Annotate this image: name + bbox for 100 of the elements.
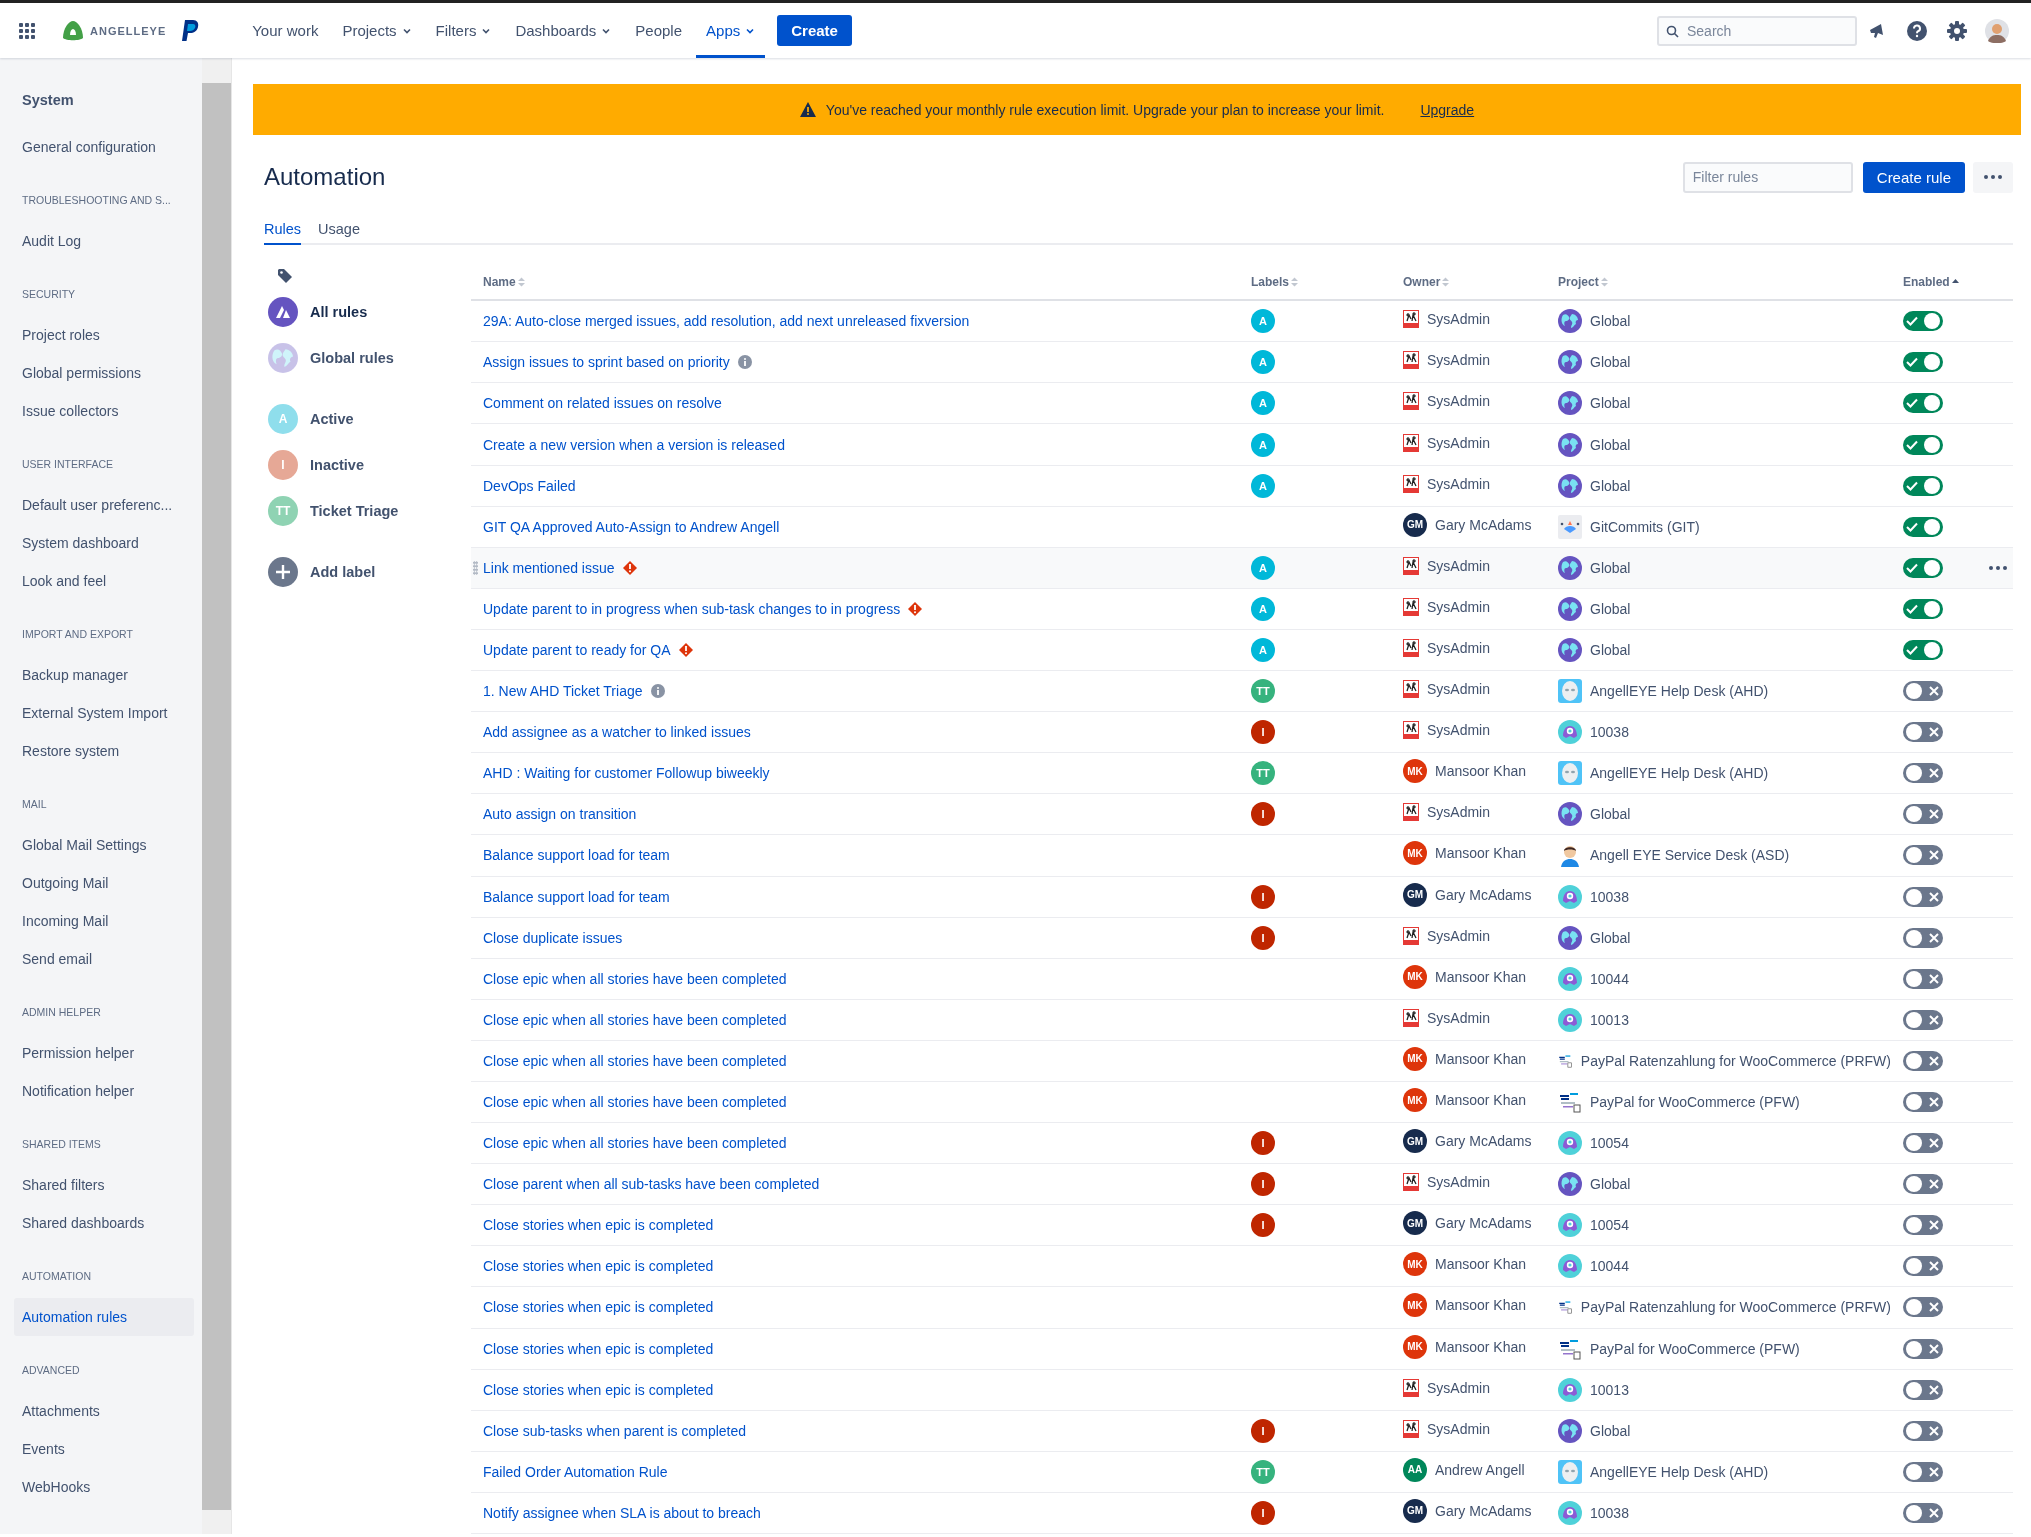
- rule-link[interactable]: Auto assign on transition: [483, 806, 637, 823]
- rule-link[interactable]: GIT QA Approved Auto-Assign to Andrew Angell: [483, 518, 780, 535]
- enabled-toggle[interactable]: [1903, 1379, 1943, 1400]
- rule-link[interactable]: Close stories when epic is completed: [483, 1340, 714, 1357]
- enabled-toggle[interactable]: [1903, 886, 1943, 907]
- search-field[interactable]: Search: [1657, 15, 1857, 46]
- tab[interactable]: Usage: [318, 215, 360, 246]
- rule-link[interactable]: Close parent when all sub-tasks have been completed: [483, 1176, 820, 1193]
- rule-link[interactable]: 1. New AHD Ticket Triage: [483, 683, 643, 700]
- sidebar-item[interactable]: Incoming Mail: [14, 902, 194, 940]
- enabled-toggle[interactable]: [1903, 1092, 1943, 1112]
- enabled-toggle[interactable]: [1903, 311, 1943, 332]
- enabled-toggle[interactable]: [1903, 640, 1943, 660]
- label-filter-item[interactable]: TT Ticket Triage: [268, 488, 471, 535]
- rule-link[interactable]: Close stories when epic is completed: [483, 1299, 714, 1316]
- sidebar-item[interactable]: Restore system: [14, 732, 194, 770]
- rule-link[interactable]: Close stories when epic is completed: [483, 1258, 714, 1275]
- rule-link[interactable]: Close epic when all stories have been completed: [483, 1052, 787, 1069]
- rule-link[interactable]: Failed Order Automation Rule: [483, 1463, 668, 1480]
- sidebar-item[interactable]: Automation rules: [14, 1298, 194, 1336]
- rule-link[interactable]: Close epic when all stories have been completed: [483, 1011, 787, 1028]
- enabled-toggle[interactable]: [1903, 1009, 1943, 1030]
- rule-link[interactable]: Balance support load for team: [483, 847, 670, 864]
- add-label-button[interactable]: Add label: [268, 549, 471, 596]
- column-header[interactable]: Project: [1546, 275, 1891, 290]
- rule-link[interactable]: Update parent to ready for QA: [483, 642, 671, 658]
- column-header[interactable]: Labels: [1239, 275, 1391, 290]
- sidebar-item[interactable]: Look and feel: [14, 562, 194, 600]
- enabled-toggle[interactable]: [1903, 681, 1943, 702]
- sidebar-item[interactable]: Shared dashboards: [14, 1204, 194, 1242]
- nav-menu-item[interactable]: Projects: [332, 3, 422, 58]
- enabled-toggle[interactable]: [1903, 722, 1943, 743]
- enabled-toggle[interactable]: [1903, 598, 1943, 619]
- sidebar-item[interactable]: System dashboard: [14, 524, 194, 562]
- nav-menu-item[interactable]: Apps: [696, 3, 766, 58]
- upgrade-link[interactable]: Upgrade: [1420, 101, 1475, 118]
- nav-menu-item[interactable]: Dashboards: [505, 3, 622, 58]
- create-rule-button[interactable]: Create rule: [1862, 161, 1965, 193]
- enabled-toggle[interactable]: [1903, 1215, 1943, 1236]
- sidebar-item[interactable]: Shared filters: [14, 1166, 194, 1204]
- enabled-toggle[interactable]: [1903, 1050, 1943, 1071]
- sidebar-item[interactable]: Project roles: [14, 316, 194, 354]
- drag-handle-icon[interactable]: [473, 560, 478, 575]
- sidebar-item[interactable]: Permission helper: [14, 1034, 194, 1072]
- enabled-toggle[interactable]: [1903, 804, 1943, 825]
- enabled-toggle[interactable]: [1903, 845, 1943, 866]
- rule-link[interactable]: Close stories when epic is completed: [483, 1217, 714, 1234]
- enabled-toggle[interactable]: [1903, 434, 1943, 455]
- label-filter-item[interactable]: Global rules: [268, 335, 471, 382]
- rule-link[interactable]: Add assignee as a watcher to linked issues: [483, 724, 751, 741]
- enabled-toggle[interactable]: [1903, 393, 1943, 414]
- sidebar-item[interactable]: Send email: [14, 940, 194, 978]
- sidebar-item[interactable]: Default user preferenc...: [14, 486, 194, 524]
- enabled-toggle[interactable]: [1903, 557, 1943, 578]
- scrollbar[interactable]: [202, 58, 232, 1534]
- enabled-toggle[interactable]: [1903, 1174, 1943, 1195]
- nav-menu-item[interactable]: People: [625, 3, 693, 58]
- rule-link[interactable]: DevOps Failed: [483, 477, 576, 494]
- rule-link[interactable]: Comment on related issues on resolve: [483, 395, 722, 412]
- enabled-toggle[interactable]: [1903, 1461, 1943, 1482]
- rule-link[interactable]: Create a new version when a version is released: [483, 436, 785, 453]
- rule-link[interactable]: AHD : Waiting for customer Followup biweekly: [483, 765, 770, 782]
- sidebar-item[interactable]: Attachments: [14, 1392, 194, 1430]
- sidebar-item[interactable]: External System Import: [14, 694, 194, 732]
- enabled-toggle[interactable]: [1903, 516, 1943, 537]
- enabled-toggle[interactable]: [1903, 927, 1943, 948]
- sidebar-item[interactable]: Events: [14, 1430, 194, 1468]
- enabled-toggle[interactable]: [1903, 1338, 1943, 1359]
- enabled-toggle[interactable]: [1903, 763, 1943, 784]
- rule-link[interactable]: Notify assignee when SLA is about to breach: [483, 1504, 761, 1521]
- enabled-toggle[interactable]: [1903, 475, 1943, 496]
- label-filter-item[interactable]: All rules: [268, 289, 471, 336]
- more-button[interactable]: [1973, 161, 2013, 193]
- filter-field[interactable]: Filter rules: [1682, 161, 1853, 193]
- enabled-toggle[interactable]: [1903, 1420, 1943, 1441]
- sidebar-item[interactable]: WebHooks: [14, 1468, 194, 1506]
- sidebar-item[interactable]: Notification helper: [14, 1072, 194, 1110]
- rule-link[interactable]: Close epic when all stories have been completed: [483, 1094, 787, 1110]
- column-header[interactable]: Enabled: [1891, 275, 1971, 290]
- sidebar-item[interactable]: General configuration: [14, 128, 194, 166]
- enabled-toggle[interactable]: [1903, 1133, 1943, 1154]
- label-filter-item[interactable]: I Inactive: [268, 442, 471, 489]
- table-row[interactable]: Link mentioned issue A SysAdmin Global: [471, 547, 2013, 589]
- rule-link[interactable]: Close sub-tasks when parent is completed: [483, 1422, 747, 1439]
- label-filter-item[interactable]: A Active: [268, 396, 471, 443]
- enabled-toggle[interactable]: [1903, 1256, 1943, 1277]
- rule-link[interactable]: Close epic when all stories have been completed: [483, 1135, 787, 1152]
- sidebar-item[interactable]: Global Mail Settings: [14, 826, 194, 864]
- column-header[interactable]: Owner: [1391, 275, 1546, 290]
- rule-link[interactable]: Close epic when all stories have been completed: [483, 970, 787, 987]
- rule-link[interactable]: Link mentioned issue: [483, 559, 615, 576]
- create-button[interactable]: Create: [777, 15, 852, 46]
- nav-menu-item[interactable]: Your work: [242, 3, 329, 58]
- sidebar-item[interactable]: Audit Log: [14, 222, 194, 260]
- sidebar-item[interactable]: Issue collectors: [14, 392, 194, 430]
- rule-link[interactable]: 29A: Auto-close merged issues, add resolution, add next unreleased fixversion: [483, 313, 970, 330]
- sidebar-item[interactable]: Outgoing Mail: [14, 864, 194, 902]
- nav-menu-item[interactable]: Filters: [425, 3, 502, 58]
- rule-link[interactable]: Update parent to in progress when sub-task changes to in progress: [483, 600, 901, 617]
- enabled-toggle[interactable]: [1903, 1297, 1943, 1318]
